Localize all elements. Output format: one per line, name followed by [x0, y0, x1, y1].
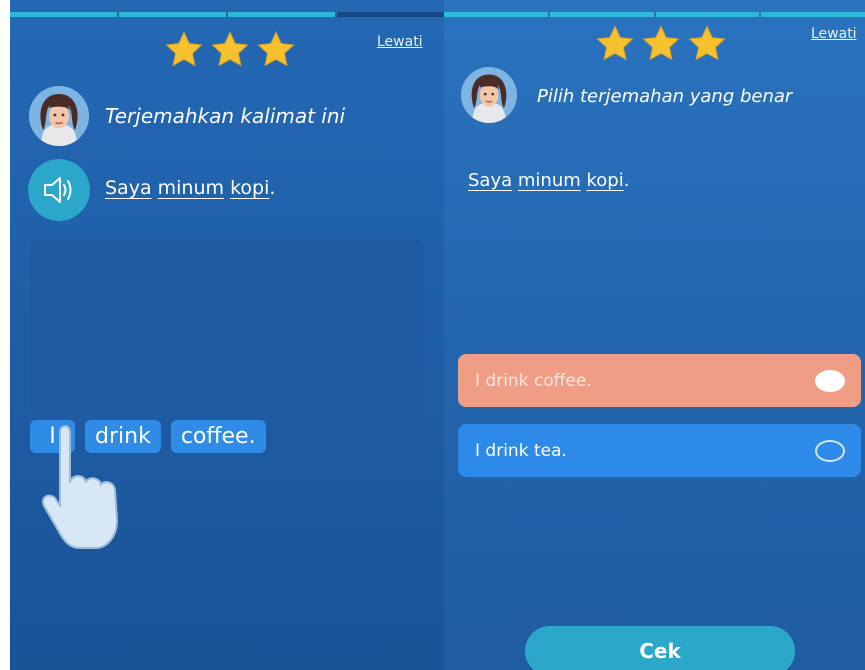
- star-icon: [640, 24, 682, 64]
- answer-option[interactable]: I drink tea.: [458, 424, 861, 477]
- star-rating: [594, 24, 728, 64]
- radio-off-icon: [815, 439, 845, 462]
- source-sentence: Saya minum kopi.: [468, 170, 629, 191]
- star-icon: [209, 30, 251, 70]
- star-icon: [255, 30, 297, 70]
- sentence-word[interactable]: minum: [158, 177, 224, 199]
- sentence-word[interactable]: kopi: [230, 177, 269, 199]
- lesson-progress-bar: [444, 12, 865, 17]
- sentence-word[interactable]: minum: [518, 170, 581, 191]
- radio-on-icon: [815, 369, 845, 392]
- star-icon: [594, 24, 636, 64]
- instruction-text: Pilih terjemahan yang benar: [537, 86, 793, 107]
- star-icon: [163, 30, 205, 70]
- sentence-word[interactable]: Saya: [468, 170, 512, 191]
- answer-drop-area[interactable]: [30, 240, 424, 410]
- answer-option-label: I drink coffee.: [475, 370, 592, 391]
- source-sentence: Saya minum kopi.: [105, 177, 275, 199]
- right-screen: Lewati Pilih terjemahan yang benar Saya …: [444, 0, 865, 670]
- left-screen: Lewati Terjemahkan kalimat ini Saya minu…: [10, 0, 444, 670]
- skip-link[interactable]: Lewati: [811, 26, 857, 42]
- lesson-progress-bar: [10, 12, 444, 17]
- sentence-word[interactable]: kopi: [587, 170, 624, 191]
- star-rating: [163, 30, 297, 70]
- skip-link[interactable]: Lewati: [377, 34, 423, 50]
- pointing-hand-icon: [42, 425, 118, 549]
- sentence-punctuation: .: [623, 170, 630, 191]
- speaker-icon: [44, 177, 72, 203]
- check-button[interactable]: Cek: [525, 626, 795, 670]
- word-chip[interactable]: coffee.: [170, 420, 266, 453]
- star-icon: [686, 24, 728, 64]
- avatar-woman-icon: [29, 86, 89, 146]
- answer-option[interactable]: I drink coffee.: [458, 354, 861, 407]
- answer-option-label: I drink tea.: [475, 440, 567, 461]
- sentence-word[interactable]: Saya: [105, 177, 152, 199]
- sentence-punctuation: .: [269, 177, 276, 199]
- instruction-text: Terjemahkan kalimat ini: [105, 104, 346, 128]
- speaker-button[interactable]: [28, 159, 90, 221]
- avatar-woman-icon: [461, 67, 517, 123]
